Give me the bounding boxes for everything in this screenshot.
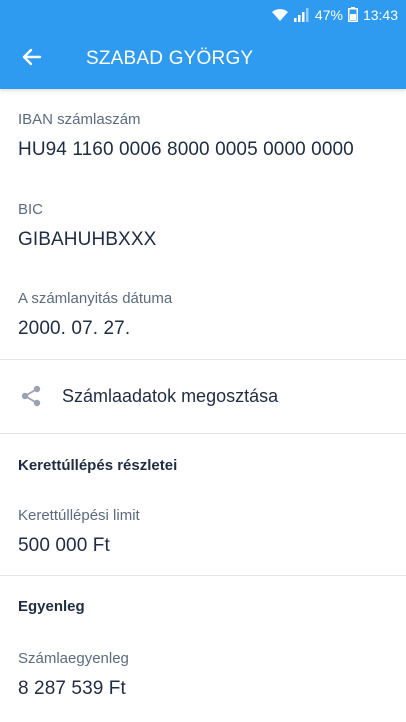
status-bar: 47% 13:43 [0, 0, 406, 29]
balance-label: Számlaegyenleg [18, 650, 129, 667]
overdraft-heading: Kerettúllépés részletei [18, 457, 178, 474]
back-button[interactable] [0, 29, 64, 89]
page-title: SZABAD GYÖRGY [86, 48, 254, 69]
overdraft-limit-label: Kerettúllépési limit [18, 507, 140, 524]
divider [0, 575, 406, 576]
share-icon [20, 385, 42, 407]
balance-field: Számlaegyenleg 8 287 539 Ft [18, 650, 129, 700]
account-details: IBAN számlaszám HU94 1160 0006 8000 0005… [0, 89, 406, 722]
battery-percent: 47% [314, 6, 343, 23]
bic-field: BIC GIBAHUHBXXX [18, 201, 156, 251]
iban-field: IBAN számlaszám HU94 1160 0006 8000 0005… [18, 111, 354, 161]
bic-label: BIC [18, 201, 44, 218]
balance-value: 8 287 539 Ft [18, 678, 126, 699]
balance-heading: Egyenleg [18, 598, 85, 615]
iban-label: IBAN számlaszám [18, 111, 141, 128]
share-account-details-button[interactable]: Számlaadatok megosztása [0, 360, 406, 432]
overdraft-limit-field: Kerettúllépési limit 500 000 Ft [18, 507, 140, 557]
arrow-left-icon [22, 47, 42, 72]
clock: 13:43 [362, 6, 398, 23]
divider [0, 433, 406, 434]
opening-date-field: A számlanyitás dátuma 2000. 07. 27. [18, 290, 172, 340]
share-label: Számlaadatok megosztása [62, 385, 279, 406]
battery-icon [347, 7, 358, 22]
opening-date-value: 2000. 07. 27. [18, 318, 131, 339]
wifi-icon [271, 8, 289, 22]
overdraft-limit-value: 500 000 Ft [18, 535, 110, 556]
bic-value: GIBAHUHBXXX [18, 229, 157, 250]
app-bar: SZABAD GYÖRGY [0, 29, 406, 89]
iban-value: HU94 1160 0006 8000 0005 0000 0000 [18, 139, 354, 160]
opening-date-label: A számlanyitás dátuma [18, 290, 173, 307]
signal-icon [293, 7, 310, 22]
